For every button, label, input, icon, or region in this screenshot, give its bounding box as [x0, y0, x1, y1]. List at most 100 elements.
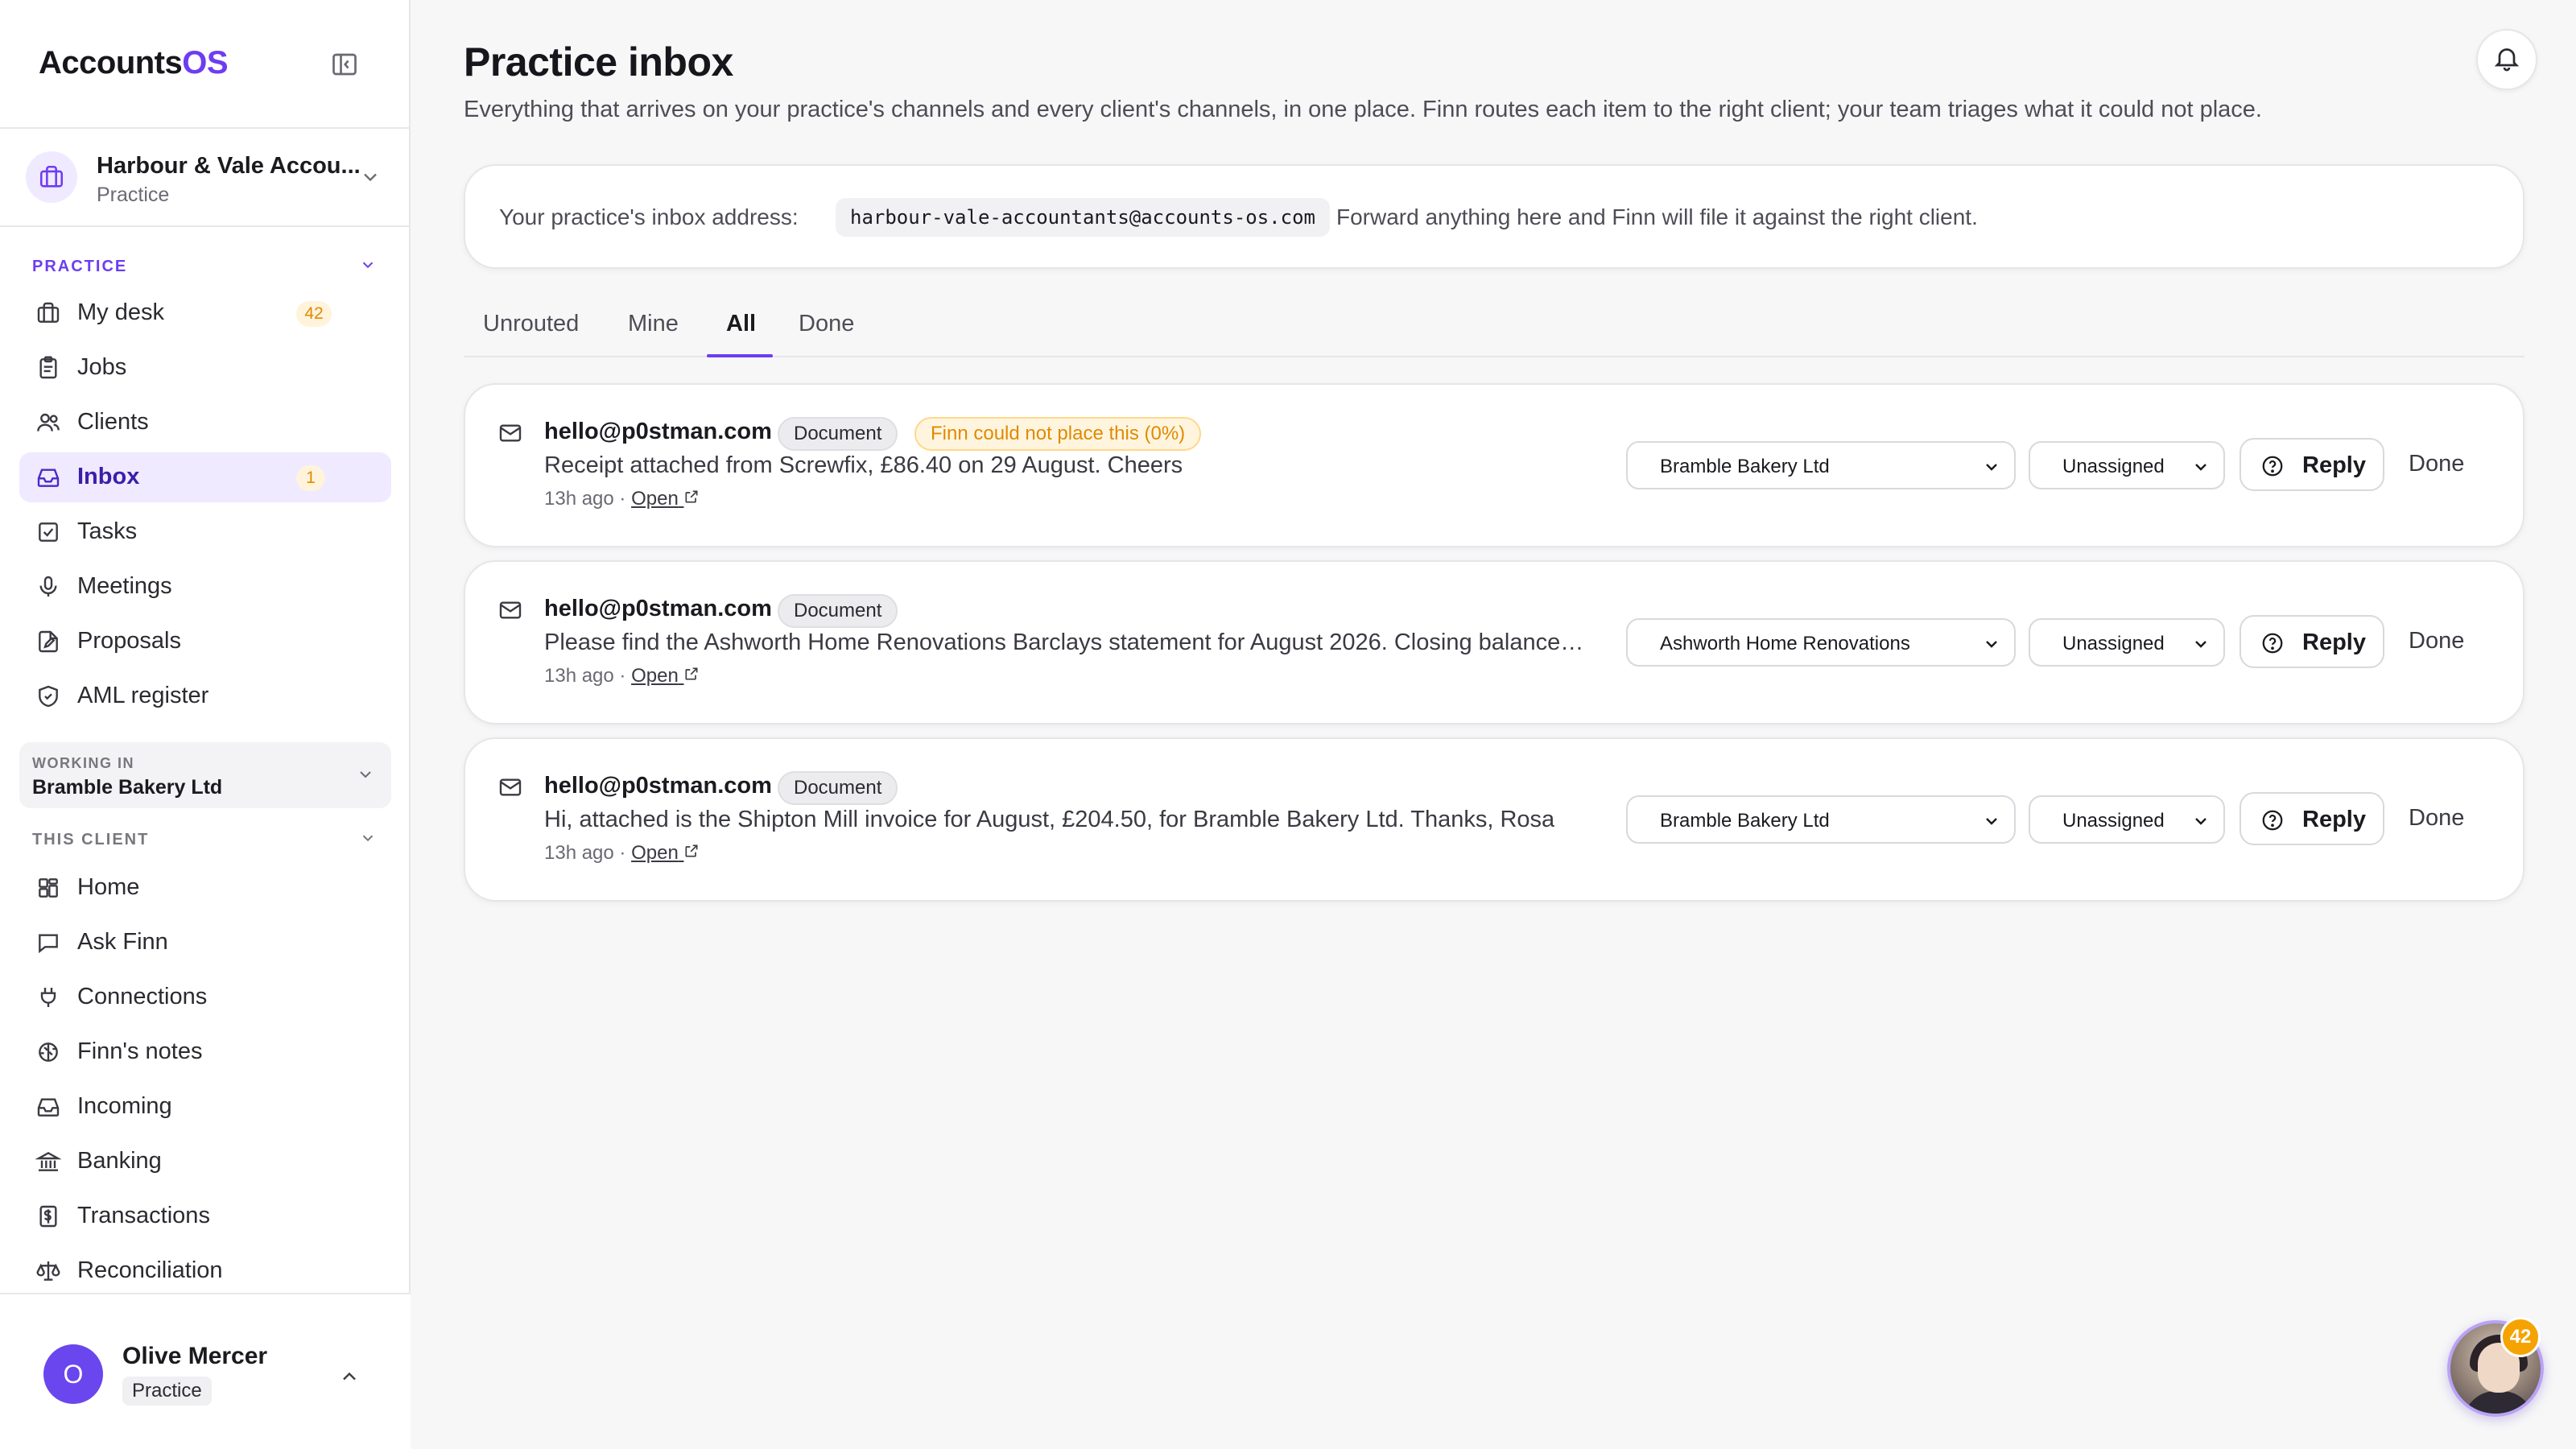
- sidebar-item-meetings[interactable]: Meetings: [19, 562, 391, 612]
- sidebar-item-label: Meetings: [77, 573, 172, 599]
- reply-button[interactable]: Reply: [2240, 615, 2384, 668]
- sidebar-item-inbox[interactable]: Inbox 1: [19, 452, 391, 502]
- message-snippet: Receipt attached from Screwfix, £86.40 o…: [544, 452, 1183, 478]
- chevron-down-icon: [2191, 457, 2211, 482]
- sidebar-item-label: Proposals: [77, 628, 181, 654]
- chevron-down-icon: [2191, 634, 2211, 659]
- sidebar-item-label: Finn's notes: [77, 1038, 203, 1064]
- done-button[interactable]: Done: [2409, 628, 2464, 654]
- bank-icon: [35, 1149, 62, 1174]
- inbox-address-card: Your practice's inbox address: harbour-v…: [464, 164, 2524, 269]
- open-link[interactable]: Open: [631, 842, 700, 864]
- sidebar-item-label: Clients: [77, 409, 149, 435]
- done-button[interactable]: Done: [2409, 451, 2464, 477]
- user-menu[interactable]: O Olive Mercer Practice: [0, 1293, 411, 1449]
- sidebar-item-home[interactable]: Home: [19, 863, 391, 913]
- open-link[interactable]: Open: [631, 488, 700, 510]
- message-snippet: Hi, attached is the Shipton Mill invoice…: [544, 807, 1555, 832]
- inbox-item[interactable]: hello@p0stman.com Document Hi, attached …: [464, 737, 2524, 902]
- help-circle-icon: [2260, 454, 2285, 482]
- inbox-tabs: Unrouted Mine All Done: [464, 298, 2524, 357]
- item-meta: 13h ago · Open: [544, 842, 700, 865]
- sidebar-item-tasks[interactable]: Tasks: [19, 507, 391, 557]
- client-select[interactable]: Bramble Bakery Ltd: [1626, 795, 2016, 844]
- section-label-practice: PRACTICE: [32, 258, 128, 275]
- assignee-select-value: Unassigned: [2062, 456, 2165, 477]
- inbox-address-hint: Forward anything here and Finn will file…: [1336, 204, 1978, 229]
- reply-label: Reply: [2302, 452, 2366, 478]
- divider: [0, 225, 411, 227]
- assignee-select[interactable]: Unassigned: [2029, 795, 2225, 844]
- sidebar-item-label: AML register: [77, 683, 209, 708]
- sidebar-item-label: Inbox: [77, 464, 140, 489]
- count-badge: 42: [296, 301, 332, 327]
- user-role-badge: Practice: [122, 1377, 212, 1406]
- organization-name: Harbour & Vale Accou...: [97, 153, 361, 179]
- notifications-button[interactable]: [2476, 29, 2537, 90]
- inbox-item[interactable]: hello@p0stman.com Document Finn could no…: [464, 383, 2524, 547]
- sidebar-item-transactions[interactable]: Transactions: [19, 1191, 391, 1241]
- client-select[interactable]: Ashworth Home Renovations: [1626, 618, 2016, 667]
- finn-avatar-body: [2463, 1391, 2534, 1414]
- sidebar-item-jobs[interactable]: Jobs: [19, 343, 391, 393]
- mail-icon: [497, 420, 523, 450]
- inbox-address[interactable]: harbour-vale-accountants@accounts-os.com: [836, 198, 1330, 237]
- tab-unrouted[interactable]: Unrouted: [483, 311, 579, 356]
- chevron-down-icon: [356, 765, 375, 788]
- assignee-select-value: Unassigned: [2062, 633, 2165, 654]
- reply-button[interactable]: Reply: [2240, 438, 2384, 491]
- client-context-switcher[interactable]: WORKING IN Bramble Bakery Ltd: [19, 742, 391, 808]
- tab-done[interactable]: Done: [799, 311, 854, 356]
- mail-icon: [497, 597, 523, 627]
- sidebar-item-my-desk[interactable]: My desk 42: [19, 288, 391, 338]
- chevron-down-icon: [359, 166, 382, 192]
- microphone-icon: [35, 574, 61, 600]
- sidebar-item-connections[interactable]: Connections: [19, 972, 391, 1022]
- divider: [0, 127, 411, 129]
- page-description: Everything that arrives on your practice…: [464, 97, 2262, 122]
- message-snippet: Please find the Ashworth Home Renovation…: [544, 630, 1584, 655]
- reply-button[interactable]: Reply: [2240, 792, 2384, 845]
- sidebar-item-finns-notes[interactable]: Finn's notes: [19, 1027, 391, 1077]
- assignee-select[interactable]: Unassigned: [2029, 618, 2225, 667]
- chevron-down-icon: [1982, 457, 2001, 482]
- reply-label: Reply: [2302, 807, 2366, 832]
- organization-switcher[interactable]: Harbour & Vale Accou... Practice: [26, 151, 388, 206]
- sidebar-item-reconciliation[interactable]: Reconciliation: [19, 1246, 391, 1296]
- chevron-down-icon[interactable]: [359, 829, 377, 851]
- building-icon: [26, 151, 77, 203]
- sidebar-item-label: Transactions: [77, 1203, 210, 1228]
- document-edit-icon: [35, 629, 61, 654]
- routing-warning-badge: Finn could not place this (0%): [914, 417, 1202, 451]
- avatar: O: [43, 1344, 103, 1404]
- sidebar-item-aml-register[interactable]: AML register: [19, 671, 391, 721]
- brand-logo[interactable]: AccountsOS: [39, 45, 229, 81]
- tab-all[interactable]: All: [726, 311, 756, 356]
- sender: hello@p0stman.com: [544, 419, 772, 444]
- user-name: Olive Mercer: [122, 1343, 268, 1369]
- sidebar-item-label: Reconciliation: [77, 1257, 223, 1283]
- sidebar-item-clients[interactable]: Clients: [19, 398, 391, 448]
- inbox-item[interactable]: hello@p0stman.com Document Please find t…: [464, 560, 2524, 724]
- sidebar: AccountsOS Harbour & Vale Accou... Pract…: [0, 0, 411, 1449]
- sidebar-item-proposals[interactable]: Proposals: [19, 617, 391, 667]
- assignee-select[interactable]: Unassigned: [2029, 441, 2225, 489]
- open-link[interactable]: Open: [631, 665, 700, 687]
- sender: hello@p0stman.com: [544, 773, 772, 799]
- tab-mine[interactable]: Mine: [628, 311, 679, 356]
- section-label-this-client: THIS CLIENT: [32, 831, 150, 848]
- sidebar-item-incoming[interactable]: Incoming: [19, 1082, 391, 1132]
- done-button[interactable]: Done: [2409, 805, 2464, 832]
- sidebar-item-ask-finn[interactable]: Ask Finn: [19, 918, 391, 968]
- collapse-sidebar-icon[interactable]: [330, 50, 359, 79]
- organization-type: Practice: [97, 184, 170, 206]
- client-select[interactable]: Bramble Bakery Ltd: [1626, 441, 2016, 489]
- scale-icon: [35, 1258, 61, 1284]
- type-badge: Document: [778, 594, 898, 628]
- sidebar-item-banking[interactable]: Banking: [19, 1137, 391, 1187]
- users-icon: [35, 410, 61, 436]
- external-link-icon: [685, 844, 698, 857]
- inbox-address-label: Your practice's inbox address:: [499, 204, 799, 229]
- chevron-down-icon[interactable]: [359, 256, 377, 278]
- sidebar-item-label: My desk: [77, 299, 164, 325]
